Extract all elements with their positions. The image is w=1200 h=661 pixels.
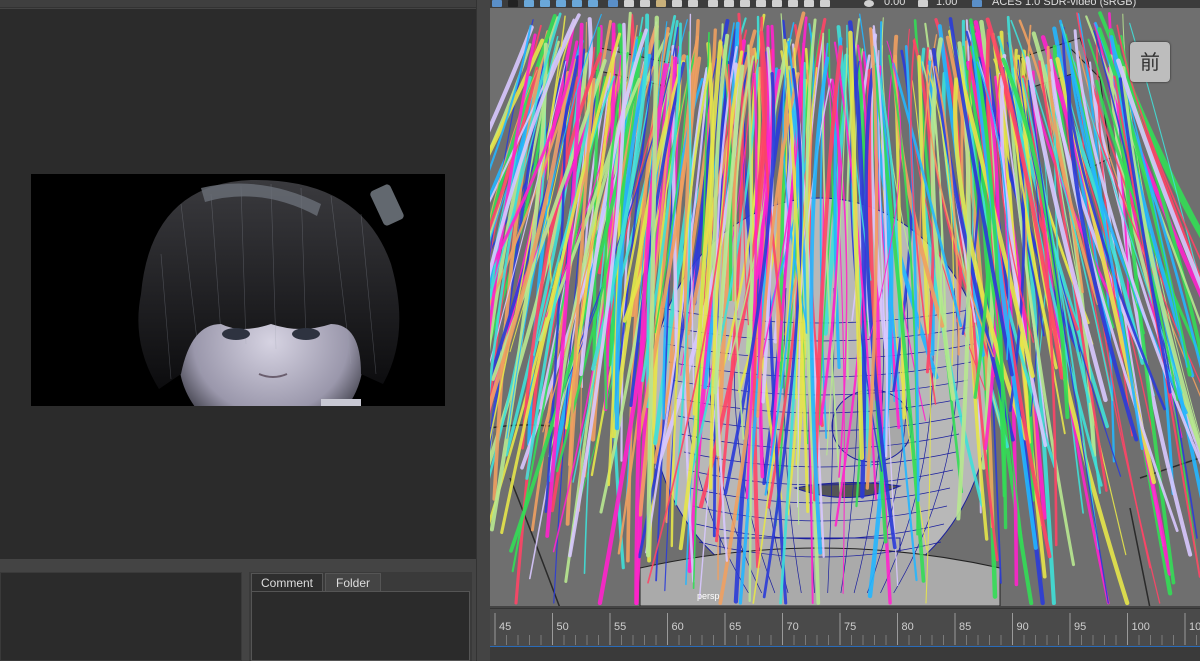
time-tick-label: 70 bbox=[787, 621, 799, 633]
render-view-header bbox=[0, 0, 476, 8]
time-tick-label: 50 bbox=[557, 621, 569, 633]
film-gate-icon[interactable] bbox=[556, 0, 566, 7]
tab-comment[interactable]: Comment bbox=[251, 573, 323, 591]
gate-mask-icon[interactable] bbox=[588, 0, 598, 7]
safe-frame-icon[interactable] bbox=[820, 0, 830, 7]
viewport-panel: 0.00 1.00 ACES 1.0 SDR-video (sRGB) 前 pe… bbox=[490, 0, 1200, 661]
xray-joints-icon[interactable] bbox=[788, 0, 798, 7]
xray-components-icon[interactable] bbox=[804, 0, 814, 7]
shadows-icon[interactable] bbox=[688, 0, 698, 7]
gamma-value[interactable]: 1.00 bbox=[936, 0, 957, 8]
time-tick-label: 80 bbox=[902, 621, 914, 633]
time-tick-label: 45 bbox=[499, 621, 511, 633]
anti-aliasing-icon[interactable] bbox=[724, 0, 734, 7]
render-view-panel: Comment Folder bbox=[0, 0, 476, 661]
range-slider[interactable] bbox=[490, 646, 1200, 661]
render-info-box bbox=[0, 572, 242, 661]
exposure-value[interactable]: 0.00 bbox=[884, 0, 905, 8]
grid-icon[interactable] bbox=[540, 0, 550, 7]
textured-icon[interactable] bbox=[656, 0, 666, 7]
time-tick-label: 65 bbox=[729, 621, 741, 633]
comment-text-area[interactable] bbox=[251, 591, 470, 661]
isolate-select-icon[interactable] bbox=[756, 0, 766, 7]
lock-camera-icon[interactable] bbox=[508, 0, 518, 7]
depth-of-field-icon[interactable] bbox=[740, 0, 750, 7]
time-tick-label: 100 bbox=[1132, 621, 1150, 633]
time-tick-label: 55 bbox=[614, 621, 626, 633]
panel-splitter[interactable] bbox=[476, 0, 490, 661]
time-slider[interactable]: 45 50 55 60 65 70 75 80 85 90 95 100 105 bbox=[490, 608, 1200, 661]
wireframe-icon[interactable] bbox=[608, 0, 618, 7]
time-tick-label: 95 bbox=[1074, 621, 1086, 633]
camera-icon[interactable] bbox=[492, 0, 502, 7]
lighting-icon[interactable] bbox=[672, 0, 682, 7]
time-tick-label: 85 bbox=[959, 621, 971, 633]
render-preview-image bbox=[31, 174, 445, 406]
ambient-occlusion-icon[interactable] bbox=[708, 0, 718, 7]
camera-name-label: persp bbox=[697, 591, 720, 601]
view-front-badge[interactable]: 前 bbox=[1130, 42, 1170, 82]
time-ruler-ticks: 45 50 55 60 65 70 75 80 85 90 95 100 105 bbox=[494, 613, 1200, 645]
xray-icon[interactable] bbox=[772, 0, 782, 7]
viewport-toolbar: 0.00 1.00 ACES 1.0 SDR-video (sRGB) bbox=[490, 0, 1200, 8]
hair-wireframe-scene bbox=[490, 11, 1200, 606]
gamma-icon bbox=[918, 0, 928, 7]
color-management-icon[interactable] bbox=[972, 0, 982, 7]
comment-folder-tabs: Comment Folder bbox=[249, 572, 472, 661]
3d-viewport[interactable]: 前 persp bbox=[490, 8, 1200, 606]
resolution-gate-icon[interactable] bbox=[572, 0, 582, 7]
time-tick-label: 60 bbox=[672, 621, 684, 633]
time-tick-label: 105 bbox=[1189, 621, 1200, 633]
color-space-select[interactable]: ACES 1.0 SDR-video (sRGB) bbox=[992, 0, 1136, 8]
time-tick-label: 75 bbox=[844, 621, 856, 633]
smooth-shade-icon[interactable] bbox=[624, 0, 634, 7]
wireframe-on-shaded-icon[interactable] bbox=[640, 0, 650, 7]
rendered-character-image bbox=[31, 174, 445, 406]
exposure-icon bbox=[864, 0, 874, 7]
time-ruler[interactable]: 45 50 55 60 65 70 75 80 85 90 95 100 105 bbox=[490, 608, 1200, 646]
render-view-bottom: Comment Folder bbox=[0, 562, 476, 661]
render-view[interactable] bbox=[0, 9, 476, 559]
tab-folder[interactable]: Folder bbox=[325, 573, 381, 591]
time-tick-label: 90 bbox=[1017, 621, 1029, 633]
image-plane-icon[interactable] bbox=[524, 0, 534, 7]
